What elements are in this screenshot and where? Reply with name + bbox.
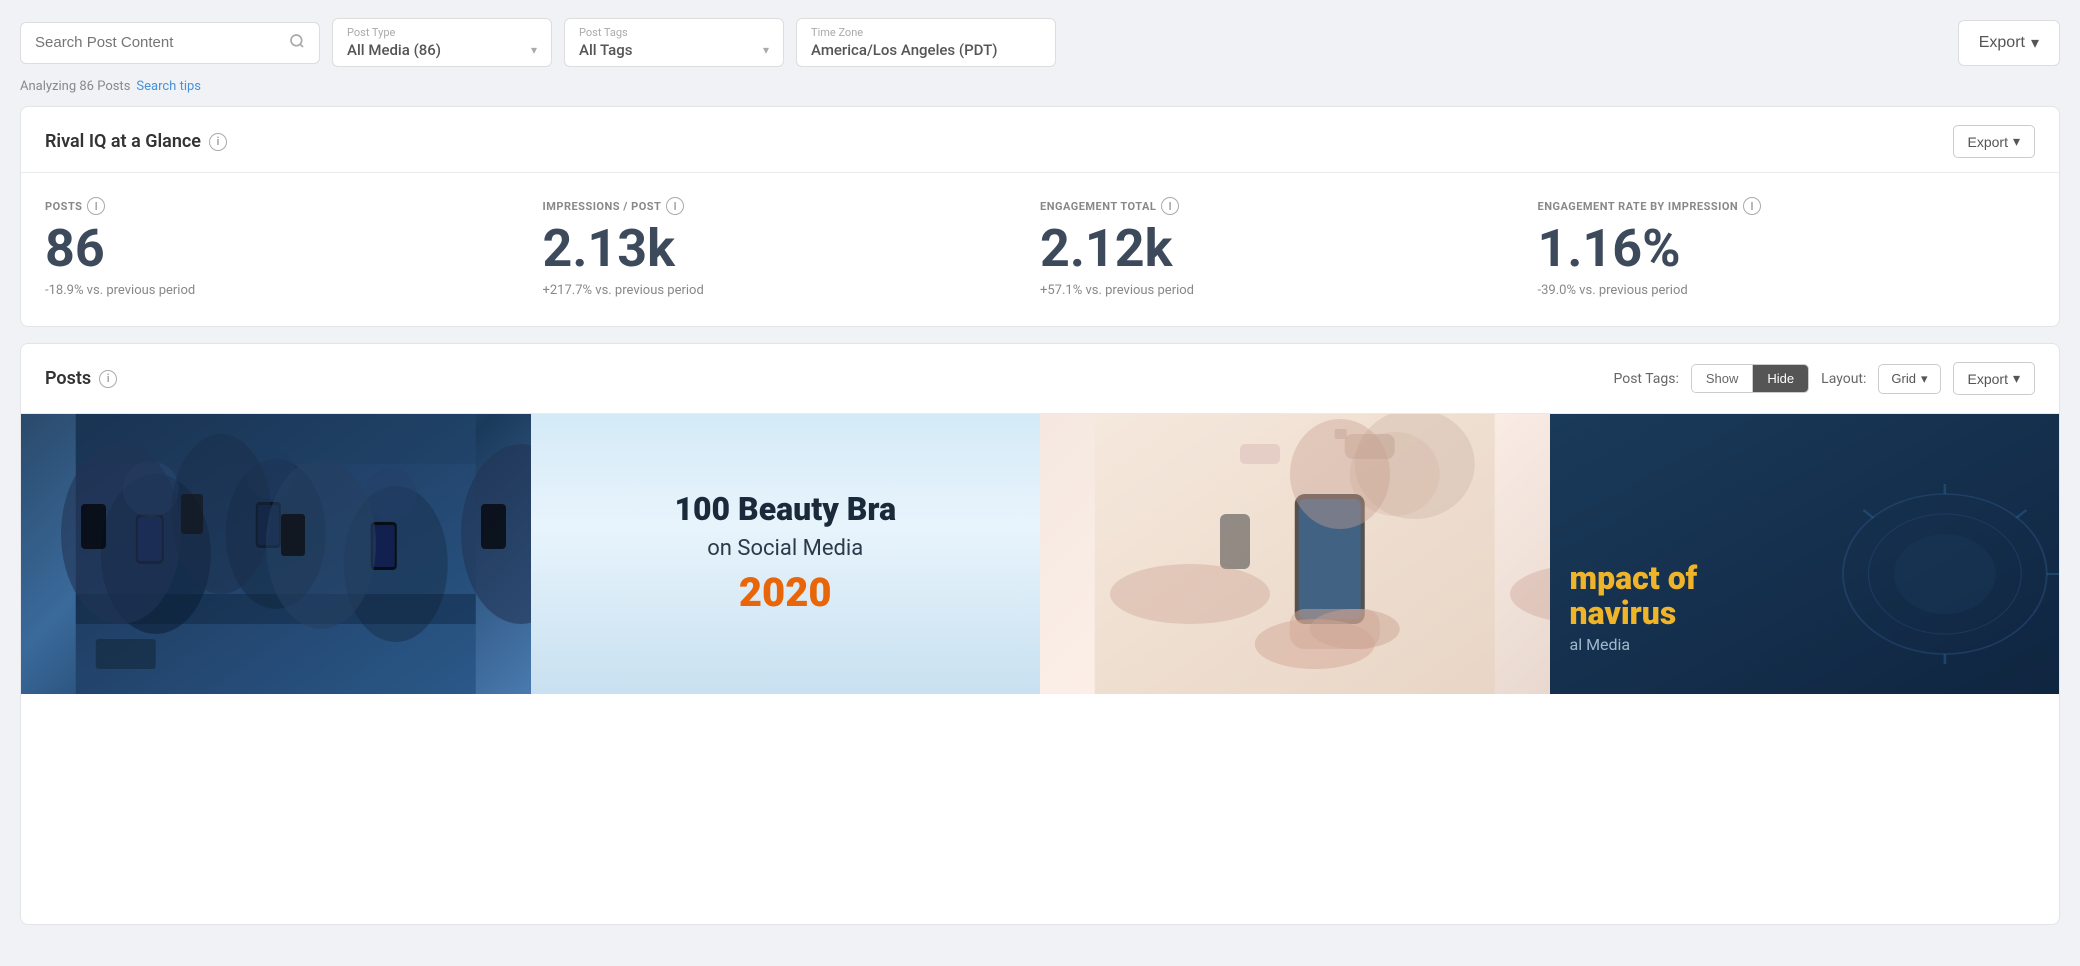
toolbar: Post Type All Media (86) ▾ Post Tags All… (0, 0, 2080, 77)
stat-compare-eng-total: +57.1% vs. previous period (1040, 283, 1514, 298)
chevron-down-icon-6: ▾ (2013, 370, 2020, 387)
layout-dropdown-button[interactable]: Grid ▾ (1878, 364, 1940, 394)
post-image-4: mpact of navirus al Media (1550, 414, 2060, 694)
search-tips-link[interactable]: Search tips (136, 79, 201, 94)
post-image-3 (1040, 414, 1550, 694)
timezone-value: America/Los Angeles (PDT) (811, 41, 1041, 59)
covid-text-block: mpact of navirus al Media (1570, 561, 2040, 654)
search-box[interactable] (20, 22, 320, 64)
export-button-top[interactable]: Export ▾ (1958, 20, 2060, 66)
posts-grid: 100 Beauty Bra on Social Media 2020 (21, 414, 2059, 924)
timezone-label: Time Zone (811, 26, 1041, 39)
beauty-social-text: on Social Media (707, 536, 863, 561)
show-toggle-button[interactable]: Show (1692, 365, 1754, 392)
info-icon-impressions[interactable]: i (666, 197, 684, 215)
info-icon-glance[interactable]: i (209, 133, 227, 151)
info-icon-eng-total[interactable]: i (1161, 197, 1179, 215)
chevron-down-icon-2: ▾ (763, 43, 769, 57)
stat-impressions: IMPRESSIONS / POST i 2.13k +217.7% vs. p… (543, 197, 1041, 298)
post-type-label: Post Type (347, 26, 537, 39)
post-tags-dropdown[interactable]: Post Tags All Tags ▾ (564, 18, 784, 67)
post-tags-value: All Tags (579, 41, 632, 59)
stat-compare-impressions: +217.7% vs. previous period (543, 283, 1017, 298)
post-tags-toggle: Show Hide (1691, 364, 1809, 393)
stat-posts: POSTS i 86 -18.9% vs. previous period (45, 197, 543, 298)
info-icon-eng-rate[interactable]: i (1743, 197, 1761, 215)
posts-card: Posts i Post Tags: Show Hide Layout: Gri… (20, 343, 2060, 925)
covid-extra-text: al Media (1570, 635, 2040, 654)
chevron-down-icon-5: ▾ (1921, 371, 1928, 387)
posts-card-header: Posts i Post Tags: Show Hide Layout: Gri… (21, 344, 2059, 414)
hide-toggle-button[interactable]: Hide (1753, 365, 1808, 392)
card-title-glance: Rival IQ at a Glance i (45, 131, 227, 152)
post-image-2: 100 Beauty Bra on Social Media 2020 (531, 414, 1041, 694)
beauty-brands-text: 100 Beauty Bra (674, 492, 896, 527)
post-type-dropdown[interactable]: Post Type All Media (86) ▾ (332, 18, 552, 67)
covid-virus-text: navirus (1570, 596, 2040, 631)
beauty-year-text: 2020 (739, 569, 832, 616)
post-image-1 (21, 414, 531, 694)
chevron-down-icon-3: ▾ (2031, 33, 2039, 53)
post-type-value: All Media (86) (347, 41, 441, 59)
post-item-2[interactable]: 100 Beauty Bra on Social Media 2020 (531, 414, 1041, 924)
posts-title: Posts i (45, 368, 117, 389)
post-item-1[interactable] (21, 414, 531, 924)
search-icon (289, 33, 305, 53)
timezone-selector[interactable]: Time Zone America/Los Angeles (PDT) (796, 18, 1056, 67)
info-icon-posts[interactable]: i (87, 197, 105, 215)
stat-compare-posts: -18.9% vs. previous period (45, 283, 519, 298)
post-tags-label: Post Tags (579, 26, 769, 39)
stat-engagement-rate: ENGAGEMENT RATE BY IMPRESSION i 1.16% -3… (1538, 197, 2036, 298)
stat-value-impressions: 2.13k (543, 223, 1017, 275)
search-input[interactable] (35, 34, 281, 51)
card-header-glance: Rival IQ at a Glance i Export ▾ (21, 107, 2059, 173)
chevron-down-icon-4: ▾ (2013, 133, 2020, 150)
at-a-glance-card: Rival IQ at a Glance i Export ▾ POSTS i … (20, 106, 2060, 327)
stat-engagement-total: ENGAGEMENT TOTAL i 2.12k +57.1% vs. prev… (1040, 197, 1538, 298)
export-button-glance[interactable]: Export ▾ (1953, 125, 2036, 158)
posts-controls: Post Tags: Show Hide Layout: Grid ▾ Expo… (1613, 362, 2035, 395)
post-tags-text: Post Tags: (1613, 371, 1678, 387)
covid-main-text: mpact of (1570, 561, 2040, 596)
export-button-posts[interactable]: Export ▾ (1953, 362, 2036, 395)
stat-compare-eng-rate: -39.0% vs. previous period (1538, 283, 2012, 298)
main-content: Rival IQ at a Glance i Export ▾ POSTS i … (0, 106, 2080, 945)
stat-value-eng-rate: 1.16% (1538, 223, 2012, 275)
layout-text: Layout: (1821, 371, 1866, 387)
post-item-3[interactable] (1040, 414, 1550, 924)
analyzing-text: Analyzing 86 Posts (20, 79, 130, 94)
stat-value-posts: 86 (45, 223, 519, 275)
chevron-down-icon: ▾ (531, 43, 537, 57)
stats-row: POSTS i 86 -18.9% vs. previous period IM… (21, 173, 2059, 326)
info-icon-posts-section[interactable]: i (99, 370, 117, 388)
stat-value-eng-total: 2.12k (1040, 223, 1514, 275)
post-item-4[interactable]: mpact of navirus al Media (1550, 414, 2060, 924)
sub-toolbar: Analyzing 86 Posts Search tips (0, 77, 2080, 106)
